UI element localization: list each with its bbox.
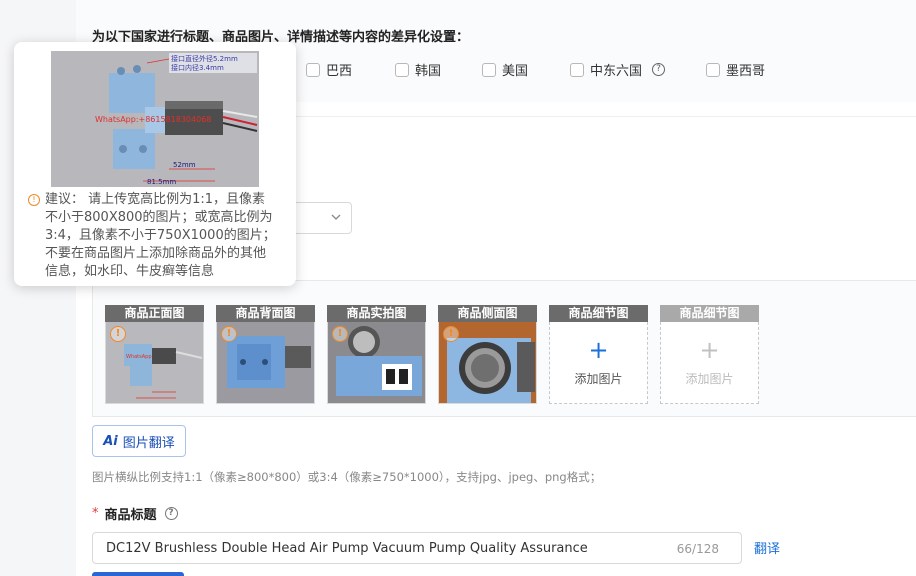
warning-icon: ! [443, 326, 459, 342]
checkbox[interactable] [706, 62, 720, 77]
tip-line: 3:4，且像素不小于750X1000的图片； [45, 228, 276, 243]
char-counter: 66/128 [676, 542, 719, 556]
country-label: 美国 [502, 64, 529, 79]
country-checkbox-brazil[interactable]: 巴西 [306, 60, 352, 79]
slot-label: 商品正面图 [105, 305, 204, 322]
slot-thumbnail[interactable]: ! [216, 322, 315, 404]
country-label: 韩国 [415, 64, 442, 79]
country-checkbox-middle-east[interactable]: 中东六国 ? [570, 60, 666, 79]
warning-icon: ! [332, 326, 348, 342]
ai-icon: Ai [103, 433, 118, 449]
product-title-label: * 商品标题 ? [92, 504, 178, 523]
upload-suggestion: ! 建议： 请上传宽高比例为1:1，且像素 不小于800X800的图片；或宽高比… [28, 191, 290, 281]
annotation-length-81: 81.5mm [147, 178, 176, 186]
ai-translate-label: 图片翻译 [122, 435, 175, 451]
product-title-text: 商品标题 [104, 508, 157, 523]
image-slot-side[interactable]: 商品侧面图 ! [438, 305, 537, 404]
image-preview-popover: 接口直径外径5.2mm 接口内径3.4mm WhatsApp:+86158183… [14, 42, 296, 286]
slot-label: 商品背面图 [216, 305, 315, 322]
tip-line: 建议： 请上传宽高比例为1:1，且像素 [45, 192, 266, 207]
checkbox[interactable] [482, 62, 496, 77]
plus-icon: + [588, 336, 609, 364]
info-icon: ! [28, 194, 40, 206]
warning-icon: ! [221, 326, 237, 342]
warning-icon: ! [110, 326, 126, 342]
slot-thumbnail[interactable]: ! [327, 322, 426, 404]
pump-preview-photo: 接口直径外径5.2mm 接口内径3.4mm WhatsApp:+86158183… [51, 51, 259, 187]
country-checkbox-usa[interactable]: 美国 [482, 60, 528, 79]
primary-button-partial[interactable] [92, 572, 184, 576]
image-slot-detail-add[interactable]: 商品细节图 + 添加图片 [549, 305, 648, 404]
help-icon[interactable]: ? [164, 507, 178, 520]
product-title-input[interactable]: DC12V Brushless Double Head Air Pump Vac… [92, 532, 742, 564]
slot-label: 商品细节图 [549, 305, 648, 322]
image-slot-detail-disabled: 商品细节图 + 添加图片 [660, 305, 759, 404]
plus-icon: + [699, 336, 720, 364]
add-image-label: 添加图片 [574, 372, 623, 386]
slot-label: 商品细节图 [660, 305, 759, 322]
help-icon[interactable]: ? [652, 63, 666, 76]
country-label: 墨西哥 [726, 64, 766, 79]
slot-thumbnail[interactable]: ! [438, 322, 537, 404]
ai-image-translate-button[interactable]: Ai 图片翻译 [92, 425, 186, 457]
country-checkbox-korea[interactable]: 韩国 [395, 60, 441, 79]
required-asterisk: * [92, 506, 99, 521]
image-format-hint: 图片横纵比例支持1:1（像素≥800*800）或3:4（像素≥750*1000）… [92, 470, 602, 484]
annotation-outer-diameter: 接口直径外径5.2mm [171, 54, 238, 63]
translate-link[interactable]: 翻译 [754, 538, 780, 557]
tip-line: 不小于800X800的图片；或宽高比例为 [45, 210, 273, 225]
country-checkbox-mexico[interactable]: 墨西哥 [706, 60, 765, 79]
chevron-down-icon [331, 214, 341, 220]
svg-text:WhatsApp: WhatsApp [126, 354, 152, 360]
annotation-inner-diameter: 接口内径3.4mm [171, 63, 224, 72]
add-image-button-disabled: + 添加图片 [660, 322, 759, 404]
checkbox[interactable] [570, 62, 584, 77]
country-label: 巴西 [326, 64, 353, 79]
country-label: 中东六国 [590, 64, 643, 79]
slot-label: 商品侧面图 [438, 305, 537, 322]
tip-line: 不要在商品图片上添加除商品外的其他 [45, 246, 267, 261]
product-title-value: DC12V Brushless Double Head Air Pump Vac… [106, 541, 588, 556]
slot-label: 商品实拍图 [327, 305, 426, 322]
checkbox[interactable] [395, 62, 409, 77]
image-slot-real-photo[interactable]: 商品实拍图 ! [327, 305, 426, 404]
tip-line: 信息，如水印、牛皮癣等信息 [45, 264, 215, 279]
slot-thumbnail[interactable]: WhatsApp ! [105, 322, 204, 404]
image-slot-back[interactable]: 商品背面图 ! [216, 305, 315, 404]
add-image-button[interactable]: + 添加图片 [549, 322, 648, 404]
image-slot-front[interactable]: 商品正面图 WhatsApp ! [105, 305, 204, 404]
watermark-text: WhatsApp:+8615818304068 [95, 115, 211, 124]
annotation-length-52: 52mm [173, 161, 196, 169]
checkbox[interactable] [306, 62, 320, 77]
add-image-label: 添加图片 [685, 372, 734, 386]
preview-image: 接口直径外径5.2mm 接口内径3.4mm WhatsApp:+86158183… [51, 51, 259, 187]
